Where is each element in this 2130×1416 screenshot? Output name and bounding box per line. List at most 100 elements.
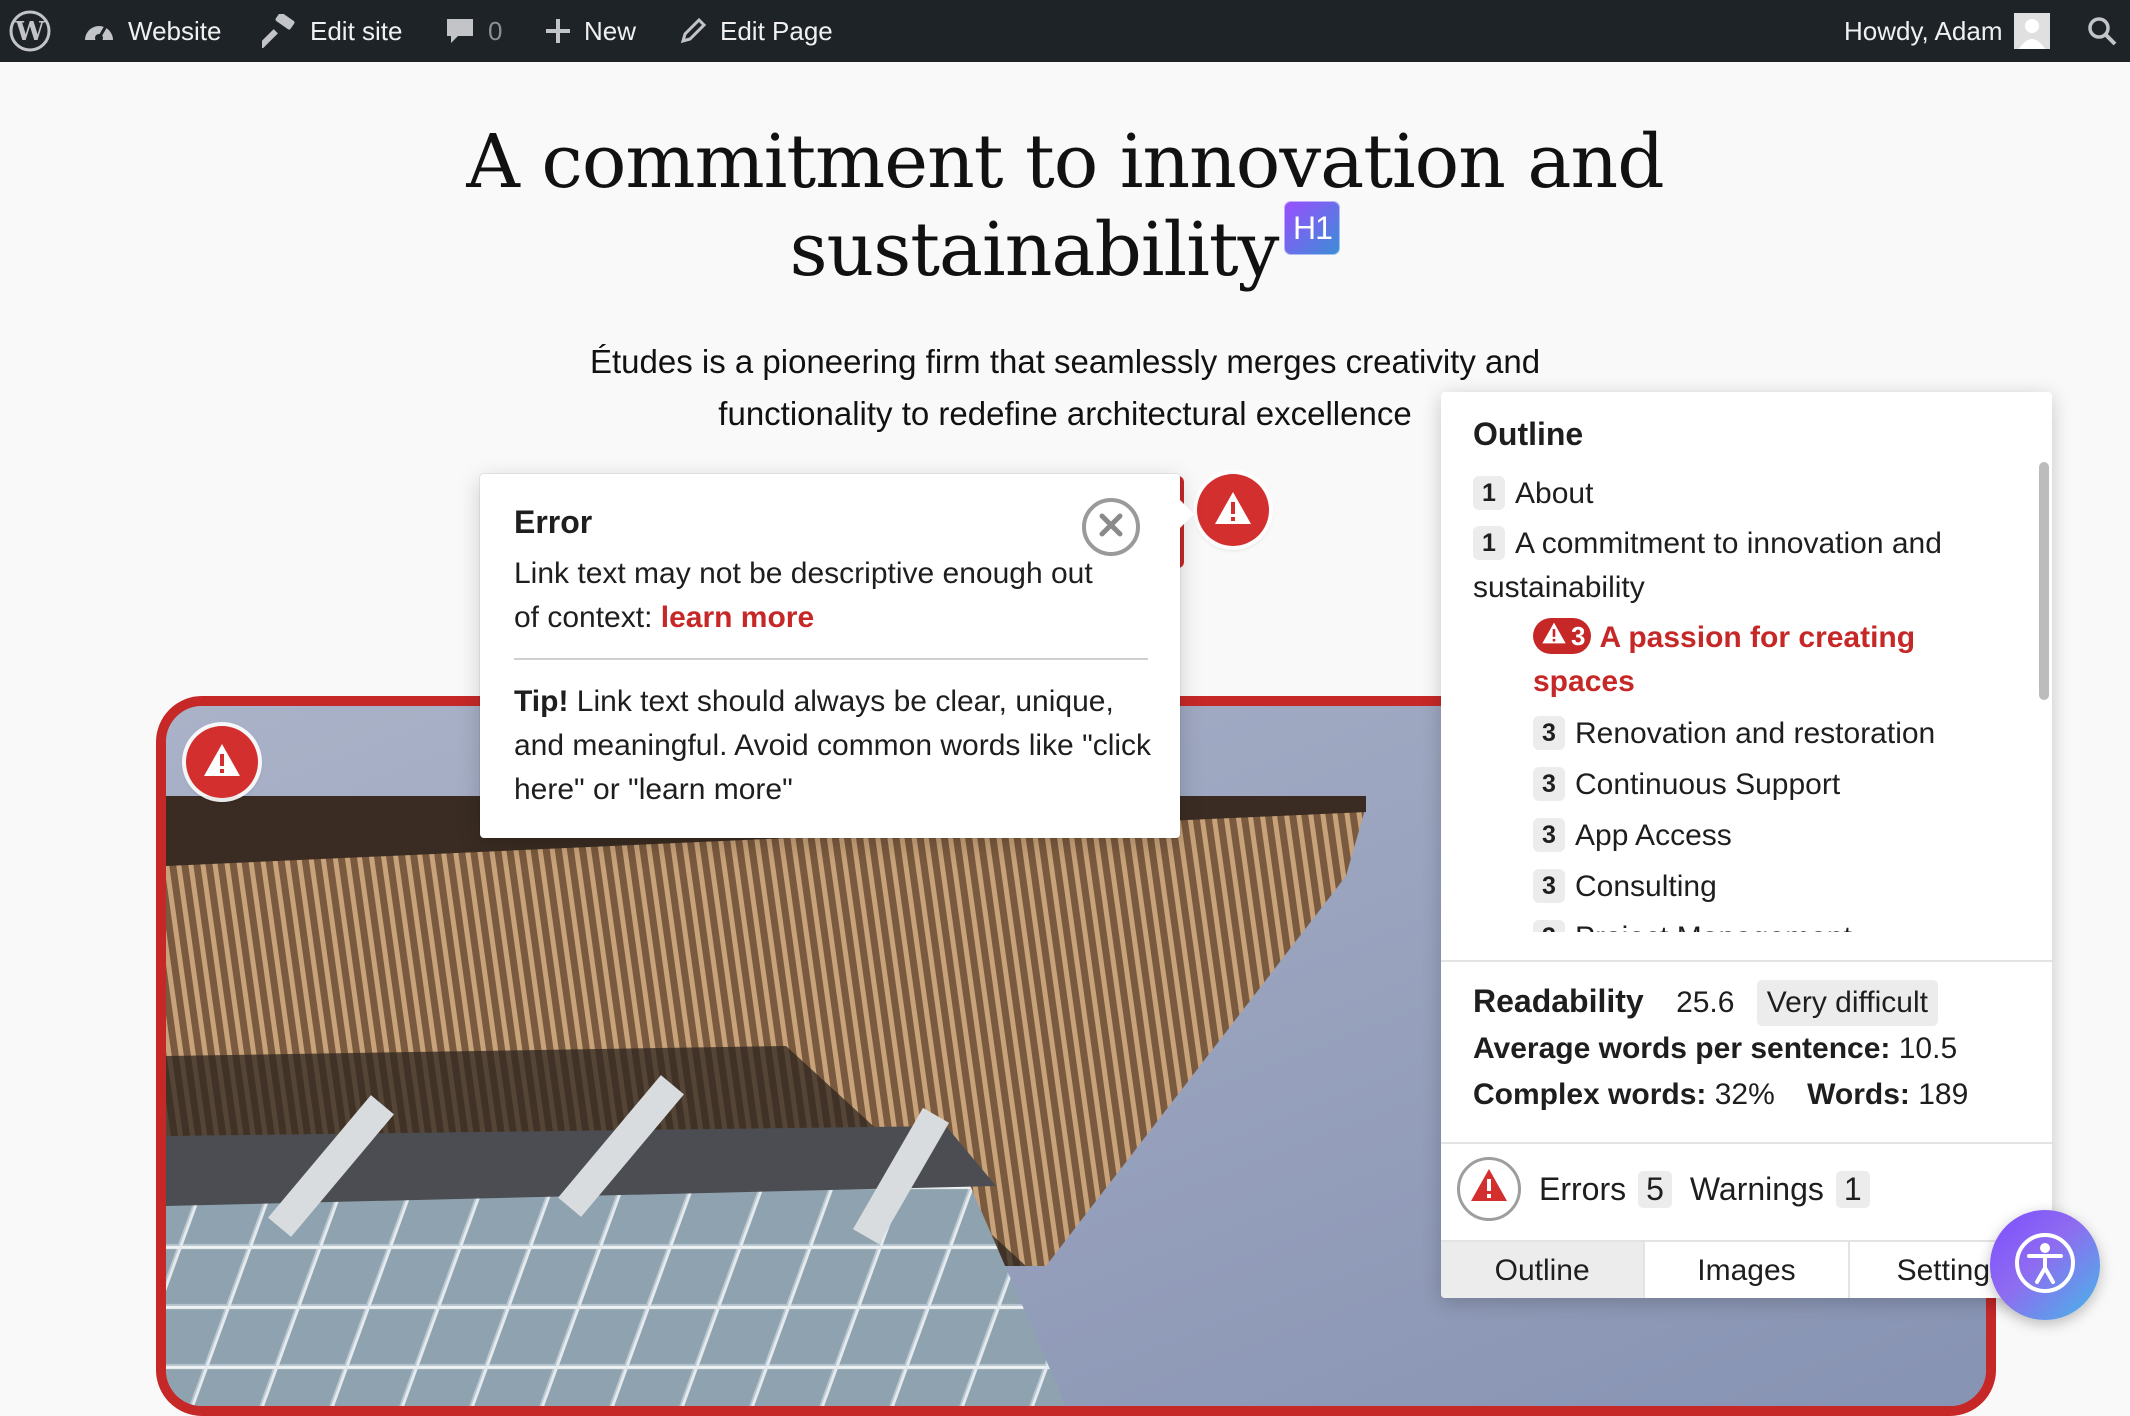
outline-item-label: App Access	[1575, 819, 1732, 852]
outline-item[interactable]: 1 A commitment to innovation and sustaina…	[1473, 522, 2013, 610]
accessibility-icon	[2012, 1230, 2078, 1300]
tip-text: Link text should always be clear, unique…	[514, 685, 1152, 806]
page-title-line2: sustainability	[789, 207, 1280, 293]
warning-icon	[202, 742, 242, 782]
outline-item[interactable]: 3 Renovation and restoration	[1533, 712, 1935, 756]
search-button[interactable]	[2086, 0, 2118, 62]
outline-item-label: Continuous Support	[1575, 768, 1841, 801]
heading-level: 3	[1533, 818, 1565, 852]
heading-level-badge: H1	[1284, 201, 1341, 255]
accessibility-toggle-button[interactable]	[1990, 1210, 2100, 1320]
error-message: Link text may not be descriptive enough …	[514, 552, 1094, 640]
warnings-label: Warnings	[1689, 1170, 1824, 1207]
heading-level: 3	[1533, 767, 1565, 801]
hammer-icon	[262, 14, 298, 48]
heading-level: 3	[1571, 621, 1586, 651]
wordpress-logo-icon: W	[8, 9, 52, 53]
outline-item-label-cont: spaces	[1533, 665, 1635, 698]
search-icon	[2086, 15, 2118, 47]
divider	[1441, 1142, 2052, 1144]
issues-summary: Errors 5 Warnings 1	[1457, 1154, 2037, 1224]
divider	[514, 658, 1148, 660]
error-tooltip: Error Link text may not be descriptive e…	[480, 474, 1194, 838]
outline-item-label: Renovation and restoration	[1575, 717, 1936, 750]
error-tip: Tip! Link text should always be clear, u…	[514, 680, 1154, 812]
heading-level: 3	[1533, 869, 1565, 903]
heading-level: 3	[1533, 920, 1565, 932]
panel-tabs: Outline Images Settings	[1441, 1240, 2052, 1298]
plus-icon	[544, 17, 572, 45]
warnings-count: 1	[1835, 1170, 1870, 1208]
warning-icon	[1469, 1167, 1509, 1211]
readability-rating: Very difficult	[1756, 980, 1938, 1026]
outline-item-label: About	[1515, 477, 1594, 510]
comments-count: 0	[488, 15, 503, 46]
outline-scrollbar[interactable]	[2039, 462, 2049, 700]
outline-item[interactable]: 3 Project Management	[1533, 916, 1852, 932]
errors-count: 5	[1638, 1170, 1672, 1208]
outline-item[interactable]: 3 Continuous Support	[1533, 763, 1840, 807]
accessibility-panel: Outline 1 About 1 A commitment to innovati…	[1441, 392, 2052, 1298]
outline-item-label: Consulting	[1575, 870, 1717, 903]
outline-item-error[interactable]: 3 A passion for creating spaces	[1533, 616, 1993, 704]
outline-item-label: Project Management	[1575, 921, 1852, 932]
new-label: New	[584, 15, 637, 46]
errors-label: Errors	[1539, 1170, 1627, 1207]
readability-section: Readability 25.6 Very difficult Average …	[1473, 978, 2033, 1118]
error-title: Error	[514, 504, 593, 540]
heading-level: 3	[1533, 716, 1565, 750]
flagged-link-text: learn more	[660, 601, 815, 634]
avg-words-label: Average words per sentence:	[1473, 1032, 1891, 1065]
subtitle-line2: functionality to redefine architectural …	[718, 395, 1412, 432]
new-content-link[interactable]: New	[544, 0, 636, 62]
site-label: Website	[128, 15, 222, 46]
outline-item[interactable]: 3 App Access	[1533, 814, 1732, 858]
edit-page-link[interactable]: Edit Page	[678, 0, 833, 62]
outline-item-label: A commitment to innovation and	[1515, 527, 1942, 560]
issues-toggle-button[interactable]	[1457, 1157, 1521, 1221]
howdy-label: Howdy, Adam	[1844, 15, 2003, 46]
error-level-pill: 3	[1533, 618, 1592, 654]
edit-site-link[interactable]: Edit site	[262, 0, 403, 62]
site-link[interactable]: Website	[82, 0, 221, 62]
tip-label: Tip!	[514, 685, 569, 718]
user-menu[interactable]: Howdy, Adam	[1844, 0, 2051, 62]
heading-level: 1	[1473, 526, 1505, 560]
pencil-icon	[678, 16, 708, 46]
outline-item-label-cont: sustainability	[1473, 571, 1645, 604]
word-count-label: Words:	[1807, 1078, 1910, 1111]
close-button[interactable]	[1082, 498, 1140, 556]
subtitle-line1: Études is a pioneering firm that seamles…	[589, 343, 1541, 380]
user-avatar-icon	[2014, 13, 2051, 49]
outline-item[interactable]: 3 Consulting	[1533, 865, 1717, 909]
complex-words-label: Complex words:	[1473, 1078, 1707, 1111]
close-icon	[1096, 510, 1126, 545]
divider	[1441, 960, 2052, 962]
comments-link[interactable]: 0	[444, 0, 502, 62]
outline-title: Outline	[1473, 416, 1584, 452]
outline-list: 1 About 1 A commitment to innovation and s…	[1473, 472, 2013, 932]
complex-words-value: 32%	[1714, 1078, 1775, 1111]
wp-logo-button[interactable]: W	[8, 0, 52, 62]
dashboard-icon	[82, 16, 116, 46]
image-warning-button[interactable]	[186, 726, 258, 798]
admin-bar: W Website Edit site 0 New Edit Page Howd…	[0, 0, 2130, 62]
warning-icon	[1213, 490, 1253, 530]
edit-page-label: Edit Page	[720, 15, 833, 46]
warning-icon	[1541, 614, 1567, 658]
readability-score: 25.6	[1676, 986, 1735, 1019]
comment-icon	[444, 16, 476, 46]
outline-item-label: A passion for creating	[1599, 621, 1916, 654]
word-count-value: 189	[1918, 1078, 1969, 1111]
outline-item[interactable]: 1 About	[1473, 472, 1593, 516]
heading-level: 1	[1473, 476, 1505, 510]
edit-site-label: Edit site	[310, 15, 403, 46]
page-title-line1: A commitment to innovation and	[466, 119, 1664, 205]
page-title: A commitment to innovation and sustainab…	[380, 118, 1750, 294]
tab-images[interactable]: Images	[1645, 1242, 1850, 1298]
tab-outline[interactable]: Outline	[1441, 1242, 1646, 1298]
readability-label: Readability	[1473, 983, 1644, 1019]
link-warning-button[interactable]	[1197, 474, 1269, 546]
avg-words-value: 10.5	[1898, 1032, 1958, 1065]
svg-text:W: W	[14, 17, 45, 47]
